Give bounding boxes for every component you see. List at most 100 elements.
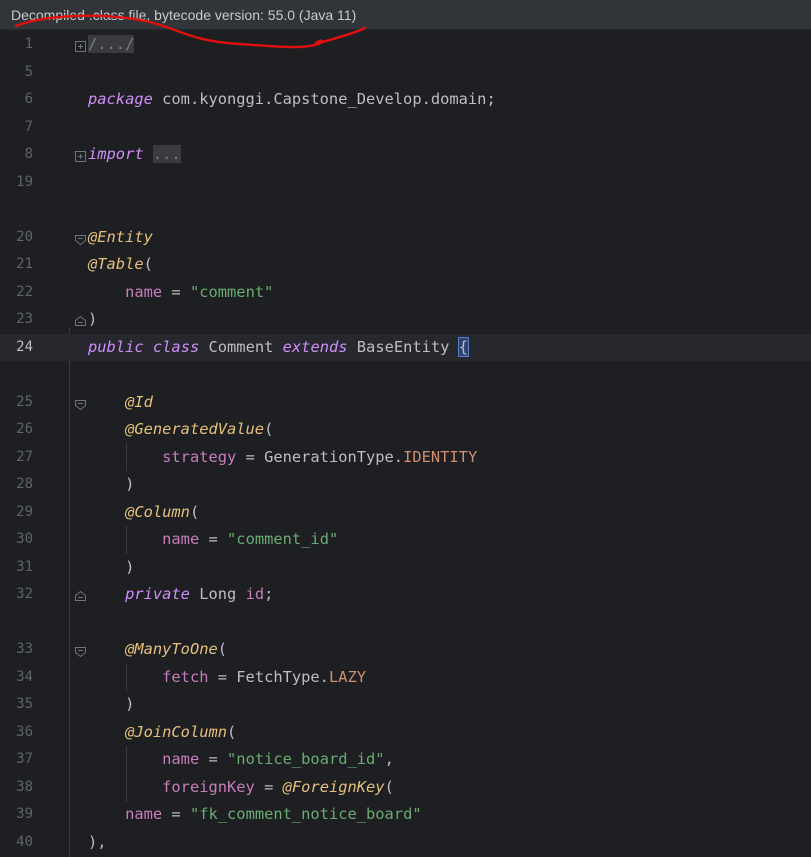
code-text: name = "comment_id" bbox=[88, 526, 338, 553]
code-line[interactable]: 28 ) bbox=[0, 471, 811, 498]
code-text: name = "comment" bbox=[88, 279, 273, 306]
code-token: "comment_id" bbox=[227, 530, 339, 548]
code-token: Long bbox=[189, 585, 246, 603]
code-line[interactable]: 36 @JoinColumn( bbox=[0, 719, 811, 746]
code-text: /.../ bbox=[88, 31, 135, 58]
code-token: extends bbox=[282, 338, 348, 356]
code-token: @Table bbox=[88, 255, 144, 273]
collapse-fold-icon[interactable] bbox=[74, 643, 87, 658]
code-line[interactable]: 27 strategy = GenerationType.IDENTITY bbox=[0, 444, 811, 471]
code-token: = bbox=[162, 805, 190, 823]
code-line[interactable]: 26 @GeneratedValue( bbox=[0, 416, 811, 443]
decompiled-banner: Decompiled .class file, bytecode version… bbox=[0, 0, 811, 30]
code-line[interactable]: 7 bbox=[0, 114, 811, 141]
code-line[interactable] bbox=[0, 609, 811, 636]
code-token: = GenerationType. bbox=[236, 448, 404, 466]
code-token: import bbox=[88, 145, 144, 163]
line-number: 38 bbox=[16, 779, 33, 795]
line-number: 20 bbox=[16, 229, 33, 245]
line-number: 33 bbox=[16, 641, 33, 657]
folded-region-placeholder[interactable]: /.../ bbox=[88, 35, 135, 53]
line-number: 32 bbox=[16, 586, 33, 602]
code-token: ( bbox=[143, 255, 153, 273]
code-text: strategy = GenerationType.IDENTITY bbox=[88, 444, 477, 471]
code-line[interactable]: 21 @Table( bbox=[0, 251, 811, 278]
code-text: fetch = FetchType.LAZY bbox=[88, 664, 366, 691]
line-number: 8 bbox=[24, 146, 33, 162]
code-line[interactable]: 35 ) bbox=[0, 691, 811, 718]
code-line[interactable]: 40), bbox=[0, 829, 811, 856]
code-token: LAZY bbox=[328, 668, 367, 686]
code-text: @Entity bbox=[88, 224, 153, 251]
code-token: private bbox=[125, 585, 190, 603]
code-token: "notice_board_id" bbox=[227, 750, 385, 768]
code-line[interactable]: 24 public class Comment extends BaseEntit… bbox=[0, 334, 811, 361]
code-line[interactable]: 19 bbox=[0, 169, 811, 196]
code-token: foreignKey bbox=[162, 778, 255, 796]
code-token: ( bbox=[227, 723, 237, 741]
code-line[interactable]: 38 foreignKey = @ForeignKey( bbox=[0, 774, 811, 801]
line-number: 28 bbox=[16, 476, 33, 492]
code-line[interactable]: 32 private Long id; bbox=[0, 581, 811, 608]
code-line[interactable]: 6 package com.kyonggi.Capstone_Develop.do… bbox=[0, 86, 811, 113]
code-token: @JoinColumn bbox=[125, 723, 228, 741]
code-text: @ManyToOne( bbox=[88, 636, 227, 663]
code-token: ( bbox=[189, 503, 200, 521]
code-token: ; bbox=[264, 585, 274, 603]
line-number: 29 bbox=[16, 504, 33, 520]
expand-fold-icon[interactable] bbox=[74, 148, 87, 162]
code-text: @Table( bbox=[88, 251, 153, 278]
code-line[interactable]: 20 @Entity bbox=[0, 224, 811, 251]
code-line[interactable]: 8 import ... bbox=[0, 141, 811, 168]
line-number: 36 bbox=[16, 724, 33, 740]
code-token: = bbox=[254, 778, 283, 796]
code-text: foreignKey = @ForeignKey( bbox=[88, 774, 394, 801]
code-line[interactable]: 5 bbox=[0, 59, 811, 86]
code-token: name bbox=[162, 750, 200, 768]
code-token: ( bbox=[384, 778, 394, 796]
line-number: 34 bbox=[16, 669, 33, 685]
collapse-fold-icon[interactable] bbox=[74, 396, 87, 411]
code-text: ) bbox=[88, 471, 134, 498]
code-token: @ManyToOne bbox=[125, 640, 218, 658]
code-text: ) bbox=[88, 691, 134, 718]
code-text: package com.kyonggi.Capstone_Develop.dom… bbox=[88, 86, 496, 113]
collapse-fold-icon[interactable] bbox=[74, 231, 87, 246]
line-number: 39 bbox=[16, 806, 33, 822]
code-token: ), bbox=[88, 833, 107, 851]
code-line[interactable]: 31 ) bbox=[0, 554, 811, 581]
code-line[interactable] bbox=[0, 361, 811, 388]
line-number: 27 bbox=[16, 449, 33, 465]
code-line[interactable]: 25 @Id bbox=[0, 389, 811, 416]
code-line[interactable]: 30 name = "comment_id" bbox=[0, 526, 811, 553]
code-line[interactable]: 33 @ManyToOne( bbox=[0, 636, 811, 663]
expand-fold-icon[interactable] bbox=[74, 38, 87, 52]
code-line[interactable]: 37 name = "notice_board_id", bbox=[0, 746, 811, 773]
code-line[interactable]: 39 name = "fk_comment_notice_board" bbox=[0, 801, 811, 828]
line-number: 24 bbox=[16, 339, 33, 355]
code-line[interactable]: 34 fetch = FetchType.LAZY bbox=[0, 664, 811, 691]
code-token: name bbox=[125, 805, 163, 823]
code-token: strategy bbox=[162, 448, 237, 466]
collapse-fold-icon[interactable] bbox=[74, 588, 87, 601]
code-editor[interactable]: 1 /.../ 5 6 package com.kyonggi.Capstone_Dev… bbox=[0, 31, 811, 857]
code-token: name bbox=[162, 530, 200, 548]
folded-region-placeholder[interactable]: ... bbox=[152, 145, 181, 163]
code-line[interactable] bbox=[0, 196, 811, 223]
code-line[interactable]: 23) bbox=[0, 306, 811, 333]
code-token: ( bbox=[264, 420, 274, 438]
line-number: 19 bbox=[16, 174, 33, 190]
code-line[interactable]: 29 @Column( bbox=[0, 499, 811, 526]
code-text: @Column( bbox=[88, 499, 199, 526]
code-line[interactable]: 22 name = "comment" bbox=[0, 279, 811, 306]
line-number: 5 bbox=[24, 64, 33, 80]
code-line[interactable]: 1 /.../ bbox=[0, 31, 811, 58]
collapse-fold-icon[interactable] bbox=[74, 313, 87, 326]
code-token: = bbox=[199, 750, 228, 768]
code-token: ) bbox=[88, 310, 98, 328]
